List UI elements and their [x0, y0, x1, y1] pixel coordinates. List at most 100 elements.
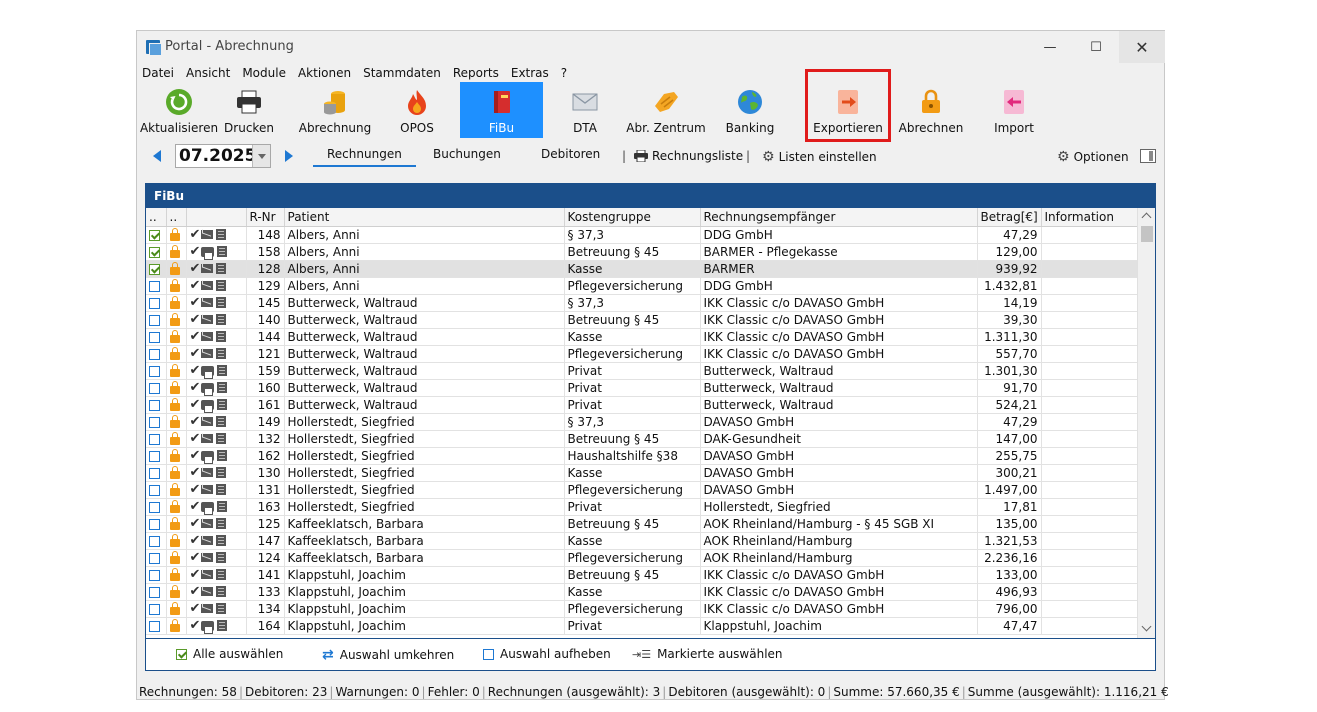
- row-checkbox-cell[interactable]: [146, 345, 167, 363]
- opos-button[interactable]: OPOS: [389, 82, 445, 138]
- optionen-button[interactable]: ⚙ Optionen: [1057, 149, 1129, 165]
- row-checkbox-cell[interactable]: [146, 464, 167, 482]
- table-row[interactable]: ✔ 130 Hollerstedt, Siegfried Kasse DAVASO Gm…: [146, 464, 1137, 482]
- scroll-down-icon[interactable]: [1141, 621, 1152, 632]
- table-row[interactable]: ✔ 163 Hollerstedt, Siegfried Privat Hollerst…: [146, 498, 1137, 516]
- panel-layout-icon[interactable]: [1140, 149, 1156, 163]
- menu-datei[interactable]: Datei: [137, 64, 180, 82]
- col-empfaenger[interactable]: Rechnungsempfänger: [700, 208, 978, 227]
- row-checkbox-cell[interactable]: [146, 481, 167, 499]
- clear-selection-button[interactable]: Auswahl aufheben: [483, 647, 611, 661]
- row-checkbox-cell[interactable]: [146, 379, 167, 397]
- checkbox-empty-icon[interactable]: [149, 484, 160, 496]
- checkbox-checked-icon[interactable]: [149, 263, 160, 275]
- table-row[interactable]: ✔ 121 Butterweck, Waltraud Pflegeversicheru…: [146, 345, 1137, 363]
- row-checkbox-cell[interactable]: [146, 532, 167, 550]
- checkbox-empty-icon[interactable]: [149, 365, 160, 377]
- menu-module[interactable]: Module: [236, 64, 292, 82]
- checkbox-empty-icon[interactable]: [149, 297, 160, 309]
- checkbox-empty-icon[interactable]: [149, 280, 160, 292]
- table-row[interactable]: ✔ 162 Hollerstedt, Siegfried Haushaltshilfe…: [146, 447, 1137, 465]
- menu-ansicht[interactable]: Ansicht: [180, 64, 236, 82]
- row-checkbox-cell[interactable]: [146, 311, 167, 329]
- row-checkbox-cell[interactable]: [146, 566, 167, 584]
- menu-help[interactable]: ?: [555, 64, 573, 82]
- scroll-up-icon[interactable]: [1141, 212, 1152, 223]
- banking-button[interactable]: Banking: [717, 82, 783, 138]
- checkbox-empty-icon[interactable]: [149, 620, 160, 632]
- dta-button[interactable]: DTA: [557, 82, 613, 138]
- col-lock[interactable]: ..: [166, 208, 187, 227]
- exportieren-button[interactable]: Exportieren: [805, 69, 891, 142]
- menu-aktionen[interactable]: Aktionen: [292, 64, 357, 82]
- checkbox-empty-icon[interactable]: [149, 603, 160, 615]
- checkbox-empty-icon[interactable]: [149, 433, 160, 445]
- checkbox-empty-icon[interactable]: [149, 450, 160, 462]
- tab-rechnungen[interactable]: Rechnungen: [313, 147, 416, 167]
- row-checkbox-cell[interactable]: [146, 362, 167, 380]
- row-checkbox-cell[interactable]: [146, 243, 167, 261]
- table-row[interactable]: ✔ 148 Albers, Anni § 37,3 DDG GmbH 47,29: [146, 226, 1137, 244]
- tab-debitoren[interactable]: Debitoren: [541, 147, 600, 167]
- table-row[interactable]: ✔ 131 Hollerstedt, Siegfried Pflegeversiche…: [146, 481, 1137, 499]
- row-checkbox-cell[interactable]: [146, 600, 167, 618]
- checkbox-empty-icon[interactable]: [149, 501, 160, 513]
- tab-buchungen[interactable]: Buchungen: [433, 147, 501, 167]
- import-button[interactable]: Import: [983, 82, 1045, 138]
- abr-zentrum-button[interactable]: Abr. Zentrum: [625, 82, 707, 138]
- row-checkbox-cell[interactable]: [146, 430, 167, 448]
- table-row[interactable]: ✔ 129 Albers, Anni Pflegeversicherung DDG Gm…: [146, 277, 1137, 295]
- table-row[interactable]: ✔ 144 Butterweck, Waltraud Kasse IKK Classic…: [146, 328, 1137, 346]
- select-all-button[interactable]: Alle auswählen: [176, 647, 283, 661]
- checkbox-empty-icon[interactable]: [149, 331, 160, 343]
- col-information[interactable]: Information: [1041, 208, 1137, 227]
- row-checkbox-cell[interactable]: [146, 226, 167, 244]
- table-row[interactable]: ✔ 160 Butterweck, Waltraud Privat Butterweck…: [146, 379, 1137, 397]
- row-checkbox-cell[interactable]: [146, 260, 167, 278]
- checkbox-empty-icon[interactable]: [149, 314, 160, 326]
- table-row[interactable]: ✔ 128 Albers, Anni Kasse BARMER 939,92: [146, 260, 1137, 278]
- checkbox-empty-icon[interactable]: [149, 518, 160, 530]
- abrechnung-button[interactable]: Abrechnung: [297, 82, 373, 138]
- col-rnr[interactable]: R-Nr: [246, 208, 285, 227]
- checkbox-empty-icon[interactable]: [149, 552, 160, 564]
- table-row[interactable]: ✔ 140 Butterweck, Waltraud Betreuung § 45 IK…: [146, 311, 1137, 329]
- menu-stammdaten[interactable]: Stammdaten: [357, 64, 447, 82]
- rechnungsliste-button[interactable]: Rechnungsliste: [634, 149, 743, 163]
- col-patient[interactable]: Patient: [284, 208, 565, 227]
- table-row[interactable]: ✔ 164 Klappstuhl, Joachim Privat Klappstuhl,…: [146, 617, 1137, 635]
- table-row[interactable]: ✔ 159 Butterweck, Waltraud Privat Butterweck…: [146, 362, 1137, 380]
- row-checkbox-cell[interactable]: [146, 583, 167, 601]
- checkbox-empty-icon[interactable]: [149, 569, 160, 581]
- scroll-thumb[interactable]: [1141, 226, 1153, 242]
- menu-extras[interactable]: Extras: [505, 64, 555, 82]
- table-row[interactable]: ✔ 134 Klappstuhl, Joachim Pflegeversicherun…: [146, 600, 1137, 618]
- checkbox-empty-icon[interactable]: [149, 348, 160, 360]
- col-kostengruppe[interactable]: Kostengruppe: [564, 208, 701, 227]
- checkbox-empty-icon[interactable]: [149, 586, 160, 598]
- table-row[interactable]: ✔ 132 Hollerstedt, Siegfried Betreuung § 45…: [146, 430, 1137, 448]
- row-checkbox-cell[interactable]: [146, 396, 167, 414]
- listen-einstellen-button[interactable]: ⚙ Listen einstellen: [762, 149, 877, 165]
- invert-selection-button[interactable]: ⇄ Auswahl umkehren: [322, 647, 454, 663]
- checkbox-empty-icon[interactable]: [149, 467, 160, 479]
- period-selector[interactable]: 07.2025: [175, 144, 271, 168]
- col-select[interactable]: ..: [146, 208, 167, 227]
- dropdown-arrow-icon[interactable]: [252, 145, 270, 167]
- fibu-button[interactable]: FiBu: [460, 82, 543, 138]
- menu-reports[interactable]: Reports: [447, 64, 505, 82]
- abrechnen-button[interactable]: Abrechnen: [897, 82, 965, 138]
- row-checkbox-cell[interactable]: [146, 498, 167, 516]
- next-period-arrow-icon[interactable]: [285, 150, 293, 162]
- row-checkbox-cell[interactable]: [146, 277, 167, 295]
- table-row[interactable]: ✔ 125 Kaffeeklatsch, Barbara Betreuung § 45…: [146, 515, 1137, 533]
- row-checkbox-cell[interactable]: [146, 447, 167, 465]
- vertical-scrollbar[interactable]: [1137, 208, 1155, 638]
- row-checkbox-cell[interactable]: [146, 515, 167, 533]
- checkbox-empty-icon[interactable]: [149, 416, 160, 428]
- table-row[interactable]: ✔ 161 Butterweck, Waltraud Privat Butterweck…: [146, 396, 1137, 414]
- checkbox-checked-icon[interactable]: [149, 229, 160, 241]
- col-status[interactable]: [186, 208, 247, 227]
- checkbox-empty-icon[interactable]: [149, 399, 160, 411]
- col-betrag[interactable]: Betrag[€]: [977, 208, 1042, 227]
